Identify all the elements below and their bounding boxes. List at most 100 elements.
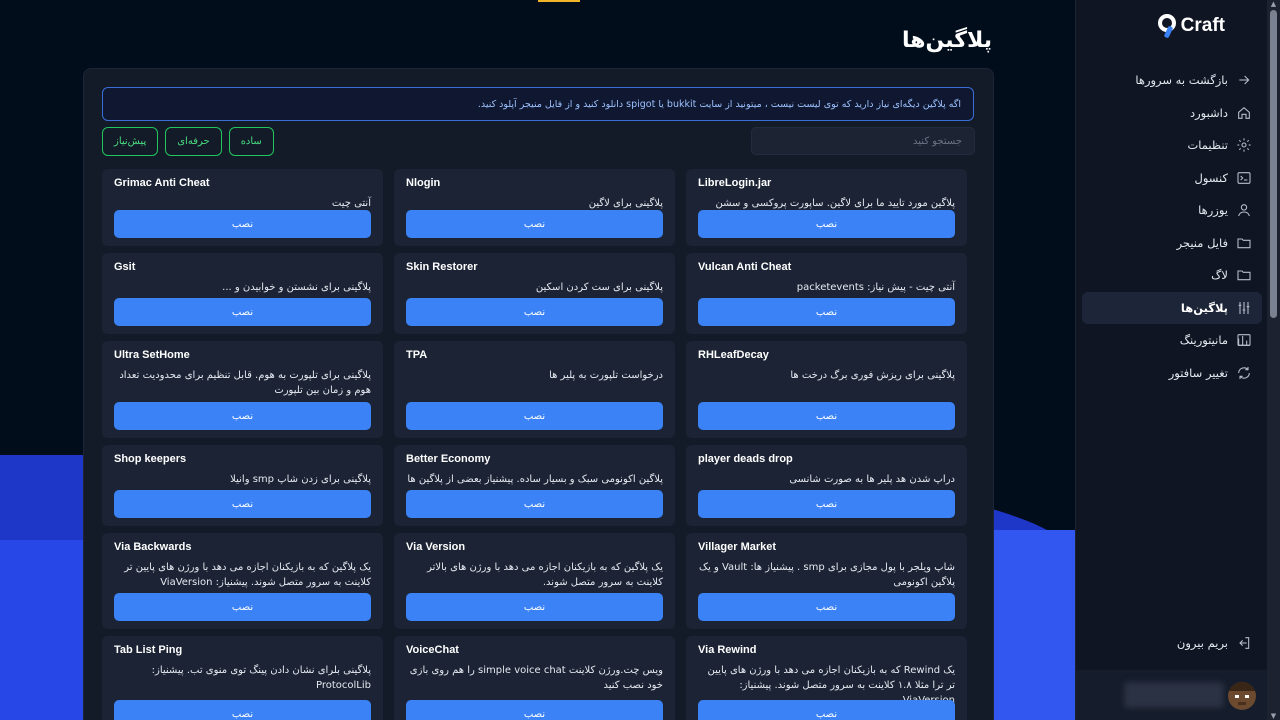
sidebar-item-label: پلاگین‌ها <box>1180 300 1228 315</box>
plugin-card: TPA درخواست تلپورت به پلیر ها نصب <box>394 341 675 438</box>
sidebar-item-7[interactable]: پلاگین‌ها <box>1082 291 1262 324</box>
page-title: پلاگین‌ها <box>901 28 992 53</box>
install-button[interactable]: نصب <box>406 298 663 326</box>
sidebar-item-2[interactable]: تنظیمات <box>1082 129 1262 162</box>
sidebar-item-9[interactable]: تغییر سافتور <box>1082 357 1262 390</box>
plugin-card: VoiceChat ویس چت.ورژن کلاینت simple voice… <box>394 636 675 720</box>
install-button[interactable]: نصب <box>114 490 371 518</box>
plugin-name: Ultra SetHome <box>114 349 190 361</box>
sidebar-item-0[interactable]: بازگشت به سرورها <box>1082 64 1262 97</box>
top-accent-bar <box>538 0 580 2</box>
plugins-panel: اگه پلاگین دیگه‌ای نیاز دارید که توی لیس… <box>83 68 994 720</box>
plugin-description: پلاگینی برای زدن شاپ smp وانیلا <box>230 474 371 485</box>
plugin-name: Grimac Anti Cheat <box>114 177 210 189</box>
scroll-up-icon[interactable]: ▲ <box>1270 1 1277 8</box>
install-button[interactable]: نصب <box>406 700 663 720</box>
terminal-icon <box>1236 170 1252 186</box>
install-button[interactable]: نصب <box>114 402 371 430</box>
plugin-description: ویس چت.ورژن کلاینت simple voice chat را … <box>409 665 663 691</box>
plugin-card: Via Backwards یک پلاگین که به بازیکنان اج… <box>102 533 383 629</box>
user-bar[interactable] <box>1076 670 1268 720</box>
plugin-description: پلاگینی برای لاگین <box>588 198 663 209</box>
plugin-card: Ultra SetHome پلاگینی برای تلپورت به هوم.… <box>102 341 383 438</box>
username-blurred <box>1124 682 1224 708</box>
logout-icon <box>1236 635 1252 651</box>
plugin-grid: Grimac Anti Cheat آنتی چیت نصب Nlogin پلاگین… <box>102 169 975 720</box>
scrollbar[interactable]: ▲ ▼ <box>1267 0 1280 720</box>
plugin-card: Via Version یک پلاگین که به بازیکنان اجاز… <box>394 533 675 629</box>
plugin-description: پلاگینی برای نشستن و خوابیدن و ... <box>222 282 371 293</box>
plugin-description: یک پلاگین که به بازیکنان اجازه می دهد با… <box>427 562 663 588</box>
plugin-description: درخواست تلپورت به پلیر ها <box>549 370 663 381</box>
home-icon <box>1236 105 1252 121</box>
sidebar-item-label: بازگشت به سرورها <box>1135 73 1228 88</box>
install-button[interactable]: نصب <box>406 210 663 238</box>
install-button[interactable]: نصب <box>114 700 371 720</box>
scroll-thumb[interactable] <box>1270 10 1277 318</box>
sidebar-item-label: تغییر سافتور <box>1168 365 1228 380</box>
plugin-description: پلاگینی برای تلپورت به هوم. قابل تنظیم ب… <box>119 370 371 396</box>
logout: بریم بیرون <box>1082 627 1262 660</box>
sidebar-item-label: مانیتورینگ <box>1179 333 1228 348</box>
sidebar-item-label: یوزرها <box>1198 203 1228 218</box>
plugin-description: پلاگین مورد تایید ما برای لاگین. ساپورت … <box>715 198 955 209</box>
install-button[interactable]: نصب <box>698 210 955 238</box>
plugin-description: دراپ شدن هد پلیر ها به صورت شانسی <box>789 474 955 485</box>
sidebar-item-1[interactable]: داشبورد <box>1082 97 1262 130</box>
plugin-name: Nlogin <box>406 177 441 189</box>
plugin-name: Via Backwards <box>114 541 192 553</box>
logout-button[interactable]: بریم بیرون <box>1082 627 1262 660</box>
plugin-card: Tab List Ping پلاگینی بلرای نشان دادن پین… <box>102 636 383 720</box>
sidebar-item-4[interactable]: یوزرها <box>1082 194 1262 227</box>
install-button[interactable]: نصب <box>698 700 955 720</box>
plugin-description: پلاگینی بلرای نشان دادن پینگ توی منوی تب… <box>151 665 371 691</box>
folder-icon <box>1236 235 1252 251</box>
plugin-name: Vulcan Anti Cheat <box>698 261 792 273</box>
logo-mark-icon <box>1157 14 1178 39</box>
filter-simple-button[interactable]: ساده <box>228 127 274 156</box>
logout-label: بریم بیرون <box>1176 636 1228 651</box>
install-button[interactable]: نصب <box>114 298 371 326</box>
install-button[interactable]: نصب <box>406 490 663 518</box>
plugin-card: player deads drop دراپ شدن هد پلیر ها به … <box>686 445 967 526</box>
sidebar-item-5[interactable]: فایل منیجر <box>1082 227 1262 260</box>
logo[interactable]: Craft <box>1157 14 1225 39</box>
filter-prerequisite-button[interactable]: پیش‌نیاز <box>102 127 159 156</box>
sidebar-item-label: لاگ <box>1211 268 1228 283</box>
install-button[interactable]: نصب <box>698 402 955 430</box>
info-notice: اگه پلاگین دیگه‌ای نیاز دارید که توی لیس… <box>102 87 974 121</box>
bar-chart-icon <box>1236 332 1252 348</box>
refresh-icon <box>1236 365 1252 381</box>
plugin-card: Skin Restorer پلاگینی برای ست کردن اسکین ن… <box>394 253 675 334</box>
install-button[interactable]: نصب <box>698 490 955 518</box>
search-input[interactable] <box>751 127 975 155</box>
install-button[interactable]: نصب <box>698 593 955 621</box>
install-button[interactable]: نصب <box>698 298 955 326</box>
sidebar: Craft بازگشت به سرورها داشبورد تنظیمات کنسو… <box>1075 0 1268 720</box>
plugin-name: Tab List Ping <box>114 644 183 656</box>
plugin-card: Grimac Anti Cheat آنتی چیت نصب <box>102 169 383 246</box>
sidebar-item-6[interactable]: لاگ <box>1082 259 1262 292</box>
avatar[interactable] <box>1228 682 1256 710</box>
plugin-name: Via Version <box>406 541 466 553</box>
plugin-name: LibreLogin.jar <box>698 177 772 189</box>
scroll-down-icon[interactable]: ▼ <box>1270 713 1277 720</box>
plugin-name: Better Economy <box>406 453 491 465</box>
sidebar-item-label: تنظیمات <box>1187 138 1228 153</box>
plugin-card: RHLeafDecay پلاگینی برای ریزش فوری برگ در… <box>686 341 967 438</box>
plugin-name: Gsit <box>114 261 136 273</box>
install-button[interactable]: نصب <box>114 593 371 621</box>
install-button[interactable]: نصب <box>406 593 663 621</box>
plugin-card: Better Economy پلاگین اکونومی سبک و بسیار… <box>394 445 675 526</box>
plugin-card: Villager Market شاپ ویلجر با پول مجازی بر… <box>686 533 967 629</box>
sidebar-item-8[interactable]: مانیتورینگ <box>1082 324 1262 357</box>
install-button[interactable]: نصب <box>114 210 371 238</box>
plugin-name: Shop keepers <box>114 453 187 465</box>
plugin-description: پلاگینی برای ریزش فوری برگ درخت ها <box>790 370 955 381</box>
plugin-card: LibreLogin.jar پلاگین مورد تایید ما برای … <box>686 169 967 246</box>
filter-professional-button[interactable]: حرفه‌ای <box>165 127 222 156</box>
plugin-name: Villager Market <box>698 541 777 553</box>
sidebar-item-3[interactable]: کنسول <box>1082 162 1262 195</box>
arrow-right-icon <box>1236 72 1252 88</box>
install-button[interactable]: نصب <box>406 402 663 430</box>
